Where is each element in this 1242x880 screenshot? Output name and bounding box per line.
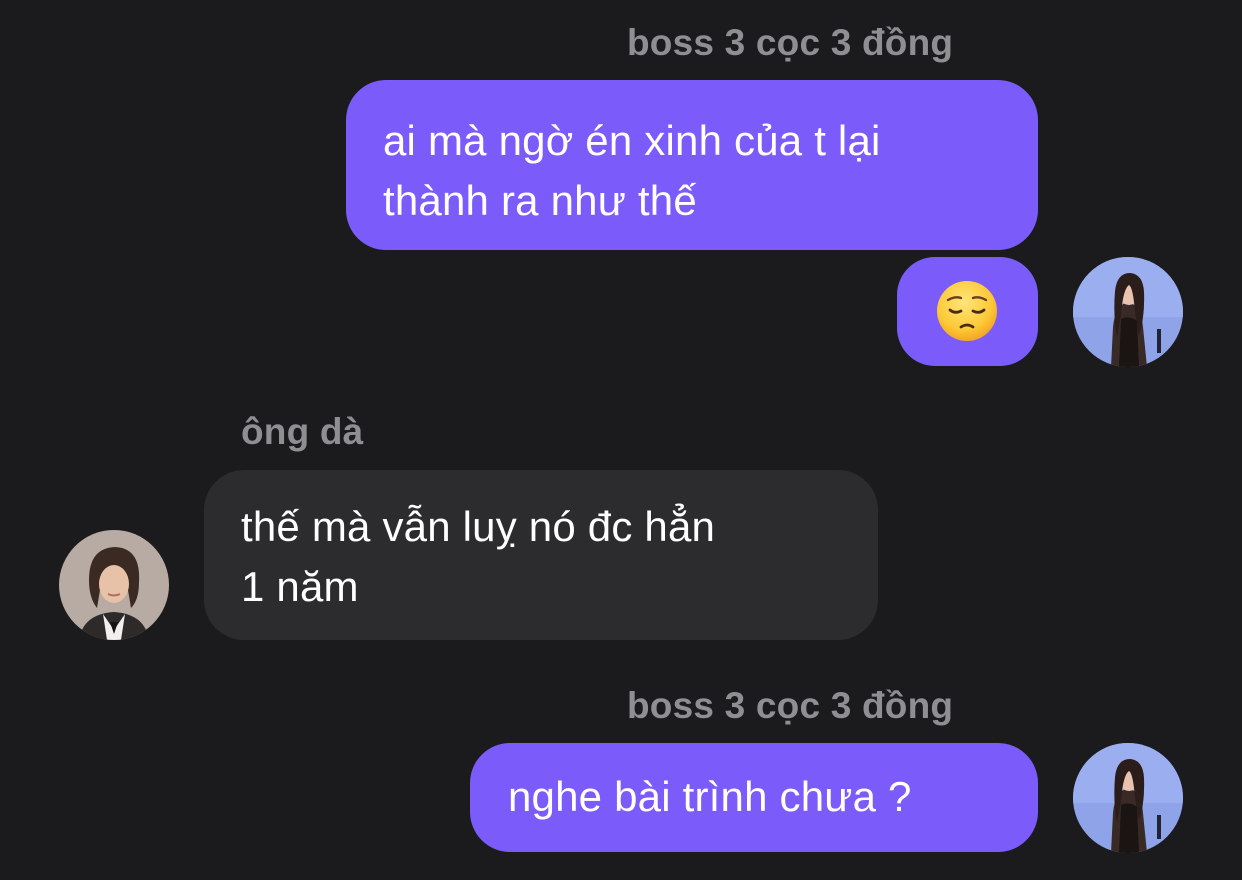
avatar-image [1073,743,1183,853]
avatar-image [59,530,169,640]
message-text-line: 1 năm [241,563,359,610]
outgoing-emoji-bubble[interactable] [897,257,1038,366]
message-text-line: nghe bài trình chưa ? [508,773,912,820]
incoming-message-bubble[interactable]: thế mà vẫn luỵ nó đc hẳn 1 năm [204,470,878,640]
message-text-line: thế mà vẫn luỵ nó đc hẳn [241,503,716,550]
message-text-line: ai mà ngờ én xinh của t lại [383,117,881,164]
outgoing-message-bubble[interactable]: nghe bài trình chưa ? [470,743,1038,852]
message-text-line: thành ra như thế [383,177,697,224]
avatar-image [1073,257,1183,367]
sender-avatar[interactable] [1073,257,1183,367]
sender-name: boss 3 cọc 3 đồng [627,22,954,63]
sender-name: boss 3 cọc 3 đồng [627,685,954,726]
outgoing-message-bubble[interactable]: ai mà ngờ én xinh của t lại thành ra như… [346,80,1038,250]
pensive-face-icon [937,281,997,341]
sender-name: ông dà [241,411,364,452]
sender-avatar[interactable] [59,530,169,640]
sender-avatar[interactable] [1073,743,1183,853]
